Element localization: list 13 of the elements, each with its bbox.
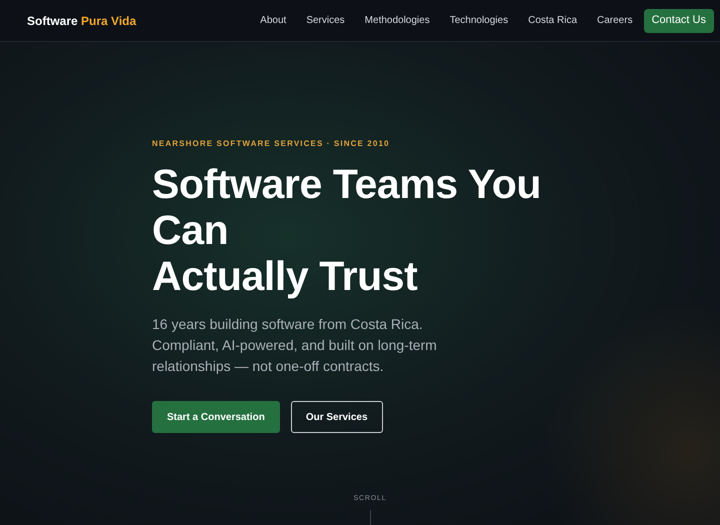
nav-link[interactable]: Services xyxy=(306,13,345,28)
contact-us-button[interactable]: Contact Us xyxy=(644,8,714,32)
nav-link[interactable]: Methodologies xyxy=(364,13,430,28)
eyebrow-text: NEARSHORE SOFTWARE SERVICES · SINCE 2010 xyxy=(152,138,391,150)
nav-link[interactable]: Careers xyxy=(597,13,633,28)
nav-link[interactable]: About xyxy=(260,13,286,28)
primary-button[interactable]: Start a Conversation xyxy=(152,401,280,433)
hero-headline: Software Teams You Can Actually Trust xyxy=(152,161,542,299)
hero-subtitle: 16 years building software from Costa Rica. Compliant, AI-powered, and built on long-term relationships — not one-off contracts. xyxy=(152,315,438,376)
nav-link[interactable]: Costa Rica xyxy=(528,13,577,28)
outline-button[interactable]: Our Services xyxy=(290,401,383,433)
nav-link[interactable]: Technologies xyxy=(450,13,508,28)
site-logo[interactable]: Software Pura Vida xyxy=(27,12,136,30)
